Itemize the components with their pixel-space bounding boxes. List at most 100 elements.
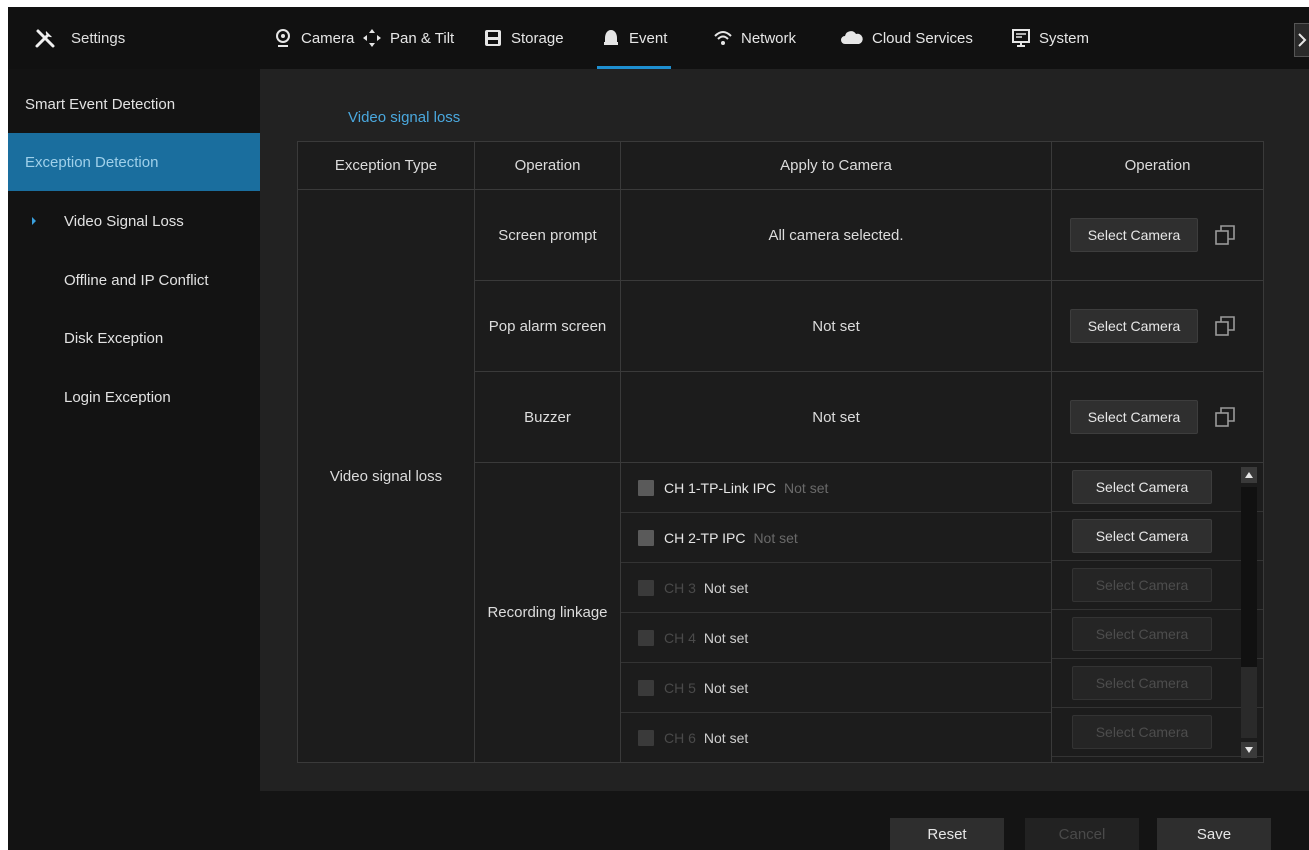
exception-table: Exception Type Operation Apply to Camera… [297,141,1264,763]
tab-cloud-services-label: Cloud Services [872,29,973,47]
app-window: Settings Camera Pan & Tilt Storage Event… [8,7,1309,850]
column-header: Exception Type [297,141,475,190]
select-camera-button: Select Camera [1072,715,1212,749]
channel-action-row: Select Camera [1052,708,1263,757]
apply-cell: Not set [620,371,1052,463]
sidebar-item-login-exception[interactable]: Login Exception [8,368,260,426]
select-camera-button[interactable]: Select Camera [1070,309,1198,343]
camera-icon [276,29,290,47]
tab-network-label: Network [741,29,797,47]
channel-status: Not set [753,529,798,546]
cloud-icon [841,31,863,44]
channel-row: CH 3 Not set [621,563,1051,613]
select-camera-button[interactable]: Select Camera [1072,519,1212,553]
sidebar-item-label: Exception Detection [25,153,159,171]
exception-type-cell: Video signal loss [297,189,475,763]
tab-event-label: Event [629,29,668,47]
operation-cell: Screen prompt [474,189,621,281]
top-navigation: Settings Camera Pan & Tilt Storage Event… [8,7,1309,69]
channel-action-row: Select Camera [1052,610,1263,659]
channel-row: CH 6 Not set [621,713,1051,762]
channel-name: CH 6 [664,729,696,746]
select-camera-button[interactable]: Select Camera [1070,218,1198,252]
current-item-marker-icon [32,217,36,225]
table-header-row: Exception Type Operation Apply to Camera… [297,141,1264,190]
channel-row: CH 2-TP IPC Not set [621,513,1051,563]
tab-network[interactable]: Network [713,7,796,69]
sidebar-item-offline-ip-conflict[interactable]: Offline and IP Conflict [8,251,260,309]
sidebar-item-label: Smart Event Detection [25,95,176,113]
save-button[interactable]: Save [1157,818,1271,850]
operation-cell: Pop alarm screen [474,280,621,372]
sidebar-item-label: Video Signal Loss [64,212,184,230]
channel-status: Not set [703,629,749,646]
operation-action-cell: Select Camera [1051,189,1264,281]
footer-bar: Reset Cancel Save [260,791,1309,850]
channel-status: Not set [703,679,749,696]
channel-action-row: Select Camera [1052,463,1263,512]
wifi-icon [714,31,732,45]
sidebar-item-label: Disk Exception [64,329,164,347]
channel-checkbox [638,579,654,596]
channel-status: Not set [703,579,749,596]
channel-checkbox [638,679,654,696]
channel-checkbox [638,729,654,746]
channel-name: CH 1-TP-Link IPC [664,479,777,496]
channel-checkbox[interactable] [638,529,654,546]
tab-storage-label: Storage [511,29,564,47]
copy-icon[interactable] [1214,315,1236,337]
channel-status: Not set [703,729,749,746]
reset-button[interactable]: Reset [890,818,1004,850]
sidebar-item-video-signal-loss[interactable]: Video Signal Loss [8,192,260,250]
channel-action-row: Select Camera [1052,512,1263,561]
select-camera-button: Select Camera [1072,666,1212,700]
pan-tilt-icon [363,29,381,47]
operation-action-cell: Select Camera [1051,280,1264,372]
sidebar-item-smart-event-detection[interactable]: Smart Event Detection [8,75,260,133]
storage-icon [485,30,501,46]
select-camera-button[interactable]: Select Camera [1070,400,1198,434]
collapse-button[interactable] [1294,23,1309,57]
tab-camera[interactable]: Camera [273,7,354,69]
channel-name: CH 4 [664,629,696,646]
tab-camera-label: Camera [301,29,355,47]
tab-event[interactable]: Event [596,7,672,69]
tab-storage[interactable]: Storage [483,7,564,69]
tab-cloud-services[interactable]: Cloud Services [840,7,973,69]
select-camera-button: Select Camera [1072,568,1212,602]
sidebar-item-exception-detection[interactable]: Exception Detection [8,133,260,191]
triangle-down-icon [1245,747,1253,753]
channel-row: CH 4 Not set [621,613,1051,663]
copy-icon[interactable] [1214,406,1236,428]
channel-checkbox[interactable] [638,479,654,496]
scroll-down-button[interactable] [1241,742,1257,758]
tab-system[interactable]: System [1011,7,1089,69]
column-header: Operation [474,141,621,190]
copy-icon[interactable] [1214,224,1236,246]
channel-status: Not set [784,479,829,496]
monitor-icon [1012,29,1030,47]
tab-system-label: System [1039,29,1090,47]
tab-pan-tilt-label: Pan & Tilt [390,29,455,47]
channel-action-cell: Select Camera Select Camera Select Camer… [1051,462,1264,763]
scroll-thumb[interactable] [1241,487,1257,667]
operation-cell: Recording linkage [474,462,621,763]
settings-label: Settings [71,29,126,47]
select-camera-button: Select Camera [1072,617,1212,651]
channel-list-cell: CH 1-TP-Link IPC Not set CH 2-TP IPC Not… [620,462,1052,763]
scroll-up-button[interactable] [1241,467,1257,483]
operation-cell: Buzzer [474,371,621,463]
channel-scrollbar[interactable] [1241,467,1257,758]
select-camera-button[interactable]: Select Camera [1072,470,1212,504]
sidebar-item-disk-exception[interactable]: Disk Exception [8,309,260,367]
channel-name: CH 2-TP IPC [664,529,746,546]
apply-cell: All camera selected. [620,189,1052,281]
exception-type-label: Video signal loss [329,467,443,485]
sidebar: Smart Event Detection Exception Detectio… [8,69,260,850]
triangle-up-icon [1245,472,1253,478]
column-header: Operation [1051,141,1264,190]
content-panel: Video signal loss Exception Type Operati… [260,69,1309,791]
apply-cell: Not set [620,280,1052,372]
scroll-track[interactable] [1241,487,1257,738]
tab-pan-tilt[interactable]: Pan & Tilt [362,7,454,69]
